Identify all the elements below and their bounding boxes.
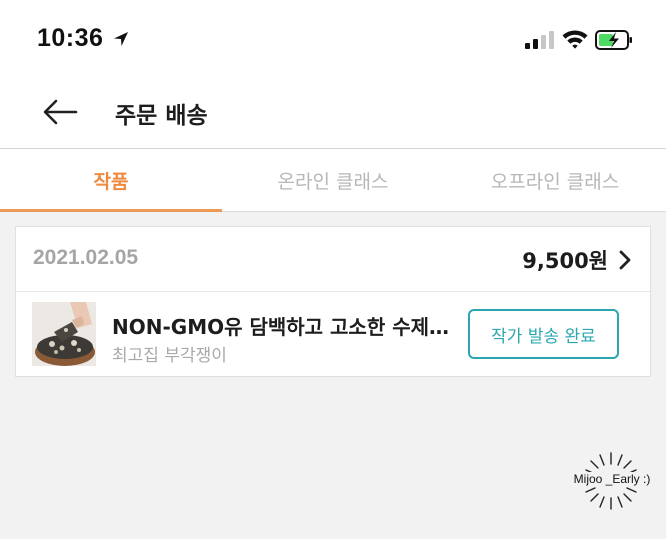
tab-bar: 작품 온라인 클래스 오프라인 클래스 [0,149,666,212]
tab-artworks[interactable]: 작품 [0,149,222,212]
app-header: 주문 배송 [0,80,666,148]
tab-online-class[interactable]: 온라인 클래스 [222,149,444,211]
arrow-left-icon [43,99,78,125]
cellular-signal-icon [525,31,554,49]
watermark: Mijoo _Early :) [566,450,658,512]
page-title: 주문 배송 [115,103,208,129]
status-bar: 10:36 [0,0,666,80]
wifi-icon [562,30,588,49]
back-button[interactable] [38,94,82,130]
order-item-row[interactable]: NON-GMO유 담백하고 고소한 수제… 최고집 부각쟁이 작가 발송 완료 [16,291,650,376]
status-time: 10:36 [37,24,104,52]
product-name: NON-GMO유 담백하고 고소한 수제… [112,315,449,339]
order-total-price: 9,500원 [522,249,608,273]
location-arrow-icon [114,32,128,46]
order-date: 2021.02.05 [33,246,139,269]
order-card: 2021.02.05 9,500원 NON-GMO유 담백하고 고소한 수제… … [15,226,651,377]
chevron-right-icon [619,250,631,270]
order-header-row[interactable]: 2021.02.05 9,500원 [16,227,650,292]
battery-charging-icon [595,30,632,50]
product-seller: 최고집 부각쟁이 [112,346,227,366]
watermark-text: Mijoo _Early :) [566,472,658,486]
product-thumbnail[interactable] [32,302,96,366]
shipment-status-button[interactable]: 작가 발송 완료 [468,309,619,359]
tab-offline-class[interactable]: 오프라인 클래스 [444,149,666,211]
product-image [32,302,96,366]
